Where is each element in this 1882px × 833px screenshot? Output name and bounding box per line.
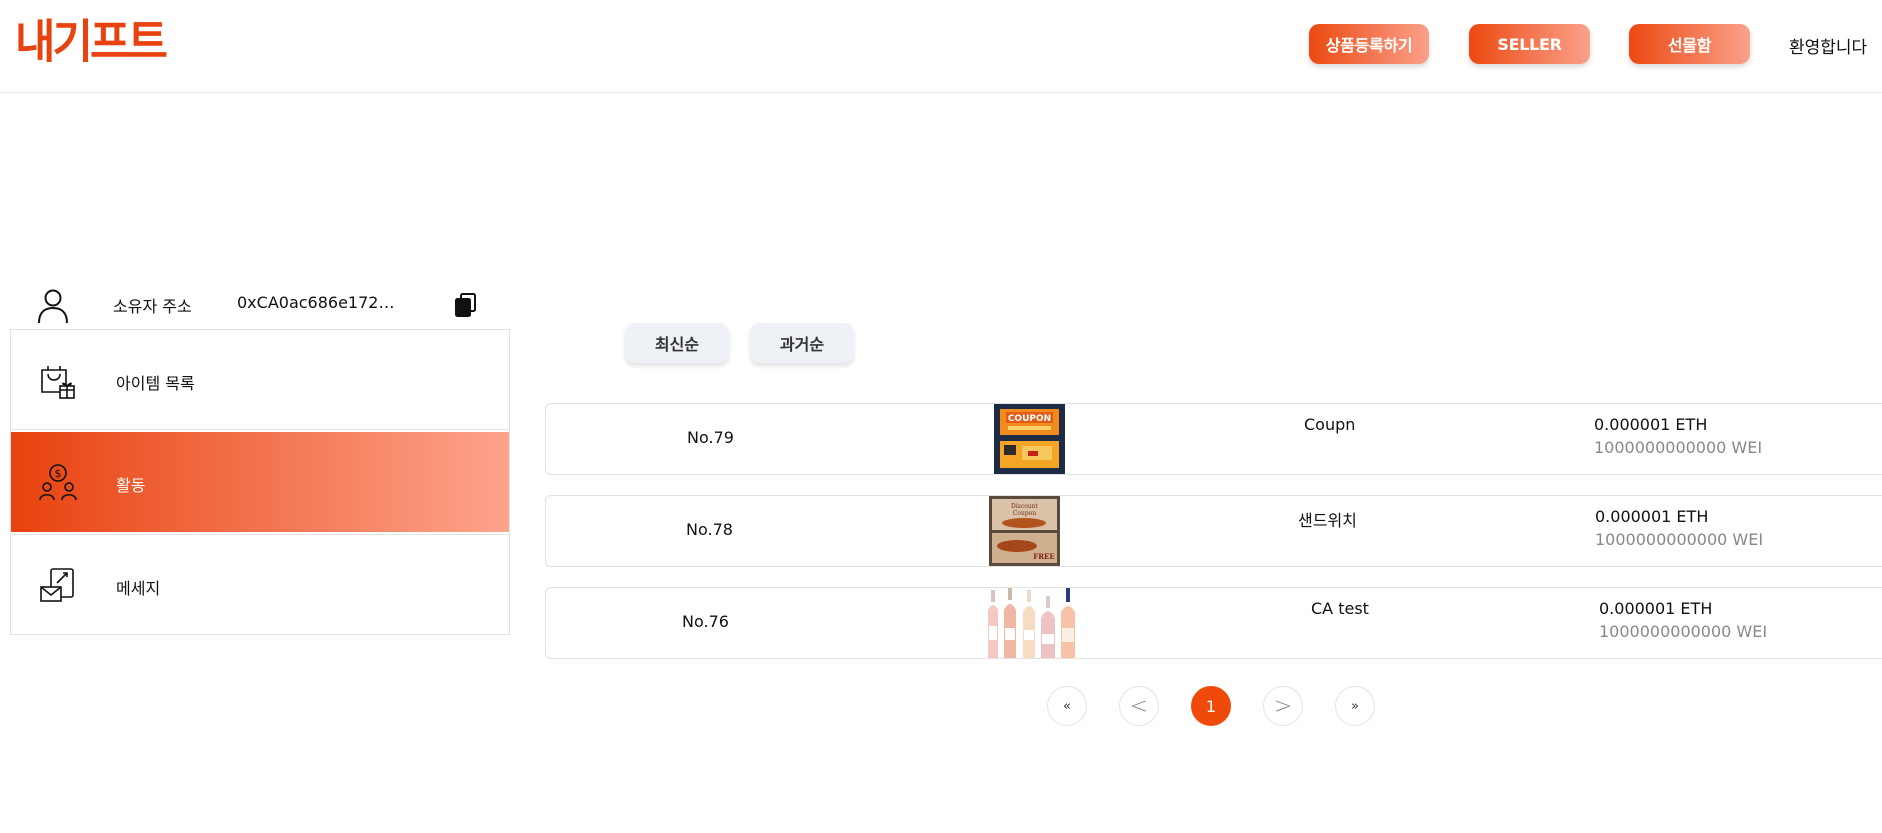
sidebar-item-items[interactable]: 아이템 목록 <box>11 330 509 430</box>
sort-oldest-button[interactable]: 과거순 <box>750 323 854 363</box>
prev-page-button[interactable]: < <box>1119 686 1159 726</box>
item-name: CA test <box>1311 599 1369 618</box>
owner-address-value: 0xCA0ac686e1727··· <box>237 293 401 312</box>
item-price-eth: 0.000001 ETH <box>1599 599 1713 618</box>
owner-address-label: 소유자 주소 <box>113 297 192 316</box>
svg-text:Discount: Discount <box>1011 503 1039 510</box>
svg-text:COUPON: COUPON <box>1008 414 1051 424</box>
svg-text:Coupon: Coupon <box>1013 510 1037 517</box>
message-envelope-icon <box>40 568 74 602</box>
item-row[interactable]: No.76 CA test 0.000001 ETH 1000000000000… <box>545 587 1882 659</box>
giftbox-button[interactable]: 선물함 <box>1629 24 1750 64</box>
sandwich-coupon-image: Discount Coupon FREE <box>989 496 1060 566</box>
user-icon <box>38 289 68 324</box>
sidebar-item-label: 활동 <box>116 476 146 495</box>
item-price-wei: 1000000000000 WEI <box>1595 530 1764 549</box>
item-price-wei: 1000000000000 WEI <box>1599 622 1768 641</box>
item-price-wei: 1000000000000 WEI <box>1594 438 1763 457</box>
sidebar-menu: 아이템 목록 $ 활동 메세지 <box>10 329 510 635</box>
sidebar-item-label: 아이템 목록 <box>116 374 195 393</box>
welcome-text: 환영합니다 <box>1789 38 1868 58</box>
item-name: Coupn <box>1304 415 1356 434</box>
header: 내기프트 상품등록하기 SELLER 선물함 환영합니다 <box>0 0 1882 93</box>
item-number: No.79 <box>687 428 734 447</box>
first-page-button[interactable]: « <box>1047 686 1087 726</box>
sidebar-item-activity[interactable]: $ 활동 <box>11 432 509 532</box>
current-page-button[interactable]: 1 <box>1191 686 1231 726</box>
svg-text:FREE: FREE <box>1033 552 1054 561</box>
copy-icon[interactable] <box>454 292 478 318</box>
last-page-button[interactable]: » <box>1335 686 1375 726</box>
item-number: No.78 <box>686 520 733 539</box>
people-coin-icon: $ <box>39 464 77 501</box>
register-product-button[interactable]: 상품등록하기 <box>1309 24 1429 64</box>
sort-newest-button[interactable]: 최신순 <box>625 323 729 363</box>
item-row[interactable]: No.78 Discount Coupon FREE 샌드위치 0.000001… <box>545 495 1882 567</box>
next-page-button[interactable]: > <box>1263 686 1303 726</box>
sidebar-item-messages[interactable]: 메세지 <box>11 534 509 634</box>
item-number: No.76 <box>682 612 729 631</box>
logo[interactable]: 내기프트 <box>15 16 168 71</box>
seller-button[interactable]: SELLER <box>1469 24 1590 64</box>
shopping-bag-gift-icon <box>41 366 75 399</box>
svg-text:$: $ <box>55 467 62 480</box>
item-price-eth: 0.000001 ETH <box>1595 507 1709 526</box>
item-row[interactable]: No.79 COUPON Coupn 0.000001 ETH 10000000… <box>545 403 1882 475</box>
item-name: 샌드위치 <box>1298 511 1357 530</box>
item-price-eth: 0.000001 ETH <box>1594 415 1708 434</box>
wine-bottles-image <box>988 588 1075 658</box>
coupon-image: COUPON <box>994 404 1065 474</box>
sidebar-item-label: 메세지 <box>116 579 161 598</box>
